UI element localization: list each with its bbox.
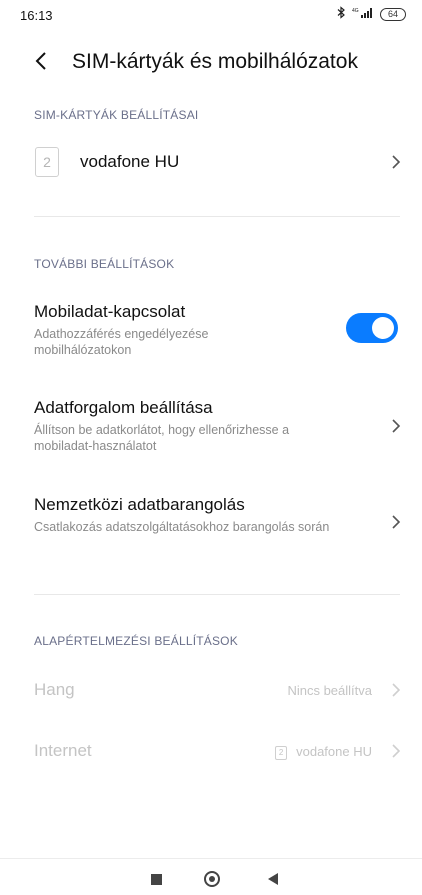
recents-button[interactable] bbox=[151, 874, 162, 885]
mobile-data-toggle[interactable] bbox=[346, 313, 398, 343]
signal-icon: 4G bbox=[352, 7, 374, 22]
status-icons: 4G 64 bbox=[337, 6, 406, 22]
chevron-right-icon bbox=[392, 515, 401, 529]
section-label-default: ALAPÉRTELMEZÉSI BEÁLLÍTÁSOK bbox=[34, 634, 238, 648]
svg-text:4G: 4G bbox=[352, 8, 359, 14]
status-time: 16:13 bbox=[20, 8, 53, 23]
nav-back-button[interactable] bbox=[266, 872, 280, 886]
internet-row[interactable]: Internet 2 vodafone HU bbox=[0, 729, 422, 773]
toggle-knob bbox=[372, 317, 394, 339]
sound-title: Hang bbox=[34, 680, 75, 699]
divider bbox=[34, 594, 400, 595]
divider bbox=[34, 216, 400, 217]
mobile-data-row[interactable]: Mobiladat-kapcsolat Adathozzáférés enged… bbox=[0, 296, 422, 366]
chevron-left-icon bbox=[35, 52, 46, 70]
home-button[interactable] bbox=[204, 871, 220, 887]
chevron-right-icon bbox=[392, 419, 401, 433]
sim-name: vodafone HU bbox=[80, 152, 180, 171]
nav-bar-divider bbox=[0, 858, 422, 859]
chevron-right-icon bbox=[392, 683, 401, 697]
mobile-data-title: Mobiladat-kapcsolat bbox=[34, 302, 186, 321]
roaming-subtitle: Csatlakozás adatszolgáltatásokhoz barang… bbox=[34, 520, 330, 534]
back-button[interactable] bbox=[30, 49, 54, 73]
internet-value: 2 vodafone HU bbox=[275, 744, 372, 760]
home-icon bbox=[209, 876, 215, 882]
sound-value: Nincs beállítva bbox=[287, 683, 372, 698]
data-usage-title: Adatforgalom beállítása bbox=[34, 398, 213, 417]
battery-icon: 64 bbox=[380, 7, 406, 21]
sim-slot-icon: 2 bbox=[35, 147, 59, 177]
sim-slot-icon: 2 bbox=[275, 745, 288, 760]
data-usage-row[interactable]: Adatforgalom beállítása Állítson be adat… bbox=[0, 392, 422, 462]
chevron-right-icon bbox=[392, 744, 401, 758]
roaming-title: Nemzetközi adatbarangolás bbox=[34, 495, 245, 514]
bluetooth-icon bbox=[337, 6, 346, 22]
internet-title: Internet bbox=[34, 741, 92, 760]
mobile-data-subtitle: Adathozzáférés engedélyezése mobilhálóza… bbox=[34, 327, 209, 357]
section-label-sim: SIM-KÁRTYÁK BEÁLLÍTÁSAI bbox=[34, 108, 199, 122]
sim-row[interactable]: 2 vodafone HU bbox=[0, 138, 422, 186]
section-label-more: TOVÁBBI BEÁLLÍTÁSOK bbox=[34, 257, 175, 271]
chevron-right-icon bbox=[392, 155, 401, 169]
sound-row[interactable]: Hang Nincs beállítva bbox=[0, 668, 422, 712]
data-usage-subtitle: Állítson be adatkorlátot, hogy ellenőriz… bbox=[34, 423, 290, 453]
page-title: SIM-kártyák és mobilhálózatok bbox=[72, 50, 358, 73]
roaming-row[interactable]: Nemzetközi adatbarangolás Csatlakozás ad… bbox=[0, 489, 422, 559]
internet-value-text: vodafone HU bbox=[296, 744, 372, 759]
